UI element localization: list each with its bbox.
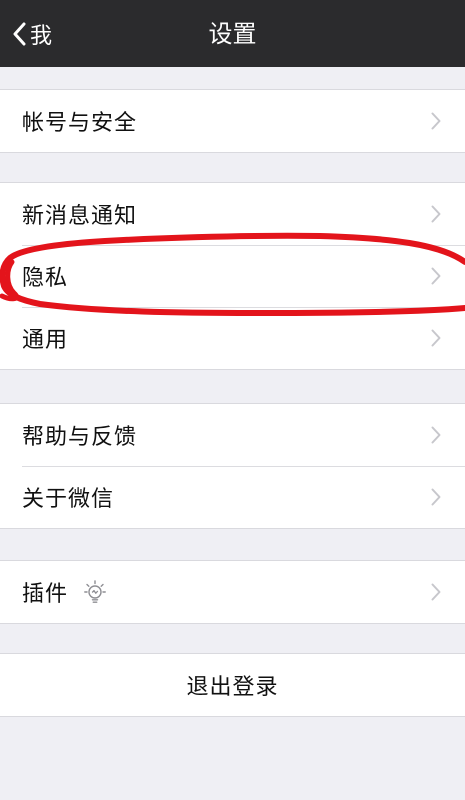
settings-item-label: 帮助与反馈	[22, 425, 138, 450]
settings-screen: 我 设置 帐号与安全 新消息通知 隐私 通用 帮助与反馈 关于微信 插件 退出登…	[0, 0, 465, 800]
logout-group: 退出登录	[0, 653, 465, 717]
lightbulb-icon	[84, 580, 106, 603]
chevron-right-icon	[431, 205, 441, 223]
settings-group-notifications: 新消息通知 隐私 通用	[0, 182, 465, 370]
settings-item-label: 插件	[22, 582, 69, 607]
page-title: 设置	[208, 20, 257, 48]
settings-group-plugins: 插件	[0, 560, 465, 624]
chevron-right-icon	[431, 329, 441, 347]
settings-item-label: 关于微信	[22, 487, 115, 512]
settings-group-help: 帮助与反馈 关于微信	[0, 403, 465, 529]
settings-item-label: 通用	[22, 328, 69, 353]
chevron-right-icon	[431, 267, 441, 285]
settings-item-plugins[interactable]: 插件	[0, 561, 465, 623]
navigation-bar: 我 设置	[0, 0, 465, 67]
logout-button[interactable]: 退出登录	[0, 654, 465, 716]
settings-item-help-feedback[interactable]: 帮助与反馈	[0, 404, 465, 466]
settings-item-account-security[interactable]: 帐号与安全	[0, 90, 465, 152]
chevron-right-icon	[431, 488, 441, 506]
settings-item-new-message-notification[interactable]: 新消息通知	[0, 183, 465, 245]
chevron-right-icon	[431, 112, 441, 130]
settings-item-label: 新消息通知	[22, 204, 138, 229]
settings-item-privacy[interactable]: 隐私	[0, 245, 465, 307]
chevron-right-icon	[431, 583, 441, 601]
settings-group-account: 帐号与安全	[0, 89, 465, 153]
settings-item-label: 帐号与安全	[22, 111, 138, 136]
logout-button-label: 退出登录	[186, 675, 279, 700]
chevron-right-icon	[431, 426, 441, 444]
settings-item-label: 隐私	[22, 266, 69, 291]
settings-item-about-wechat[interactable]: 关于微信	[0, 466, 465, 528]
settings-item-general[interactable]: 通用	[0, 307, 465, 369]
